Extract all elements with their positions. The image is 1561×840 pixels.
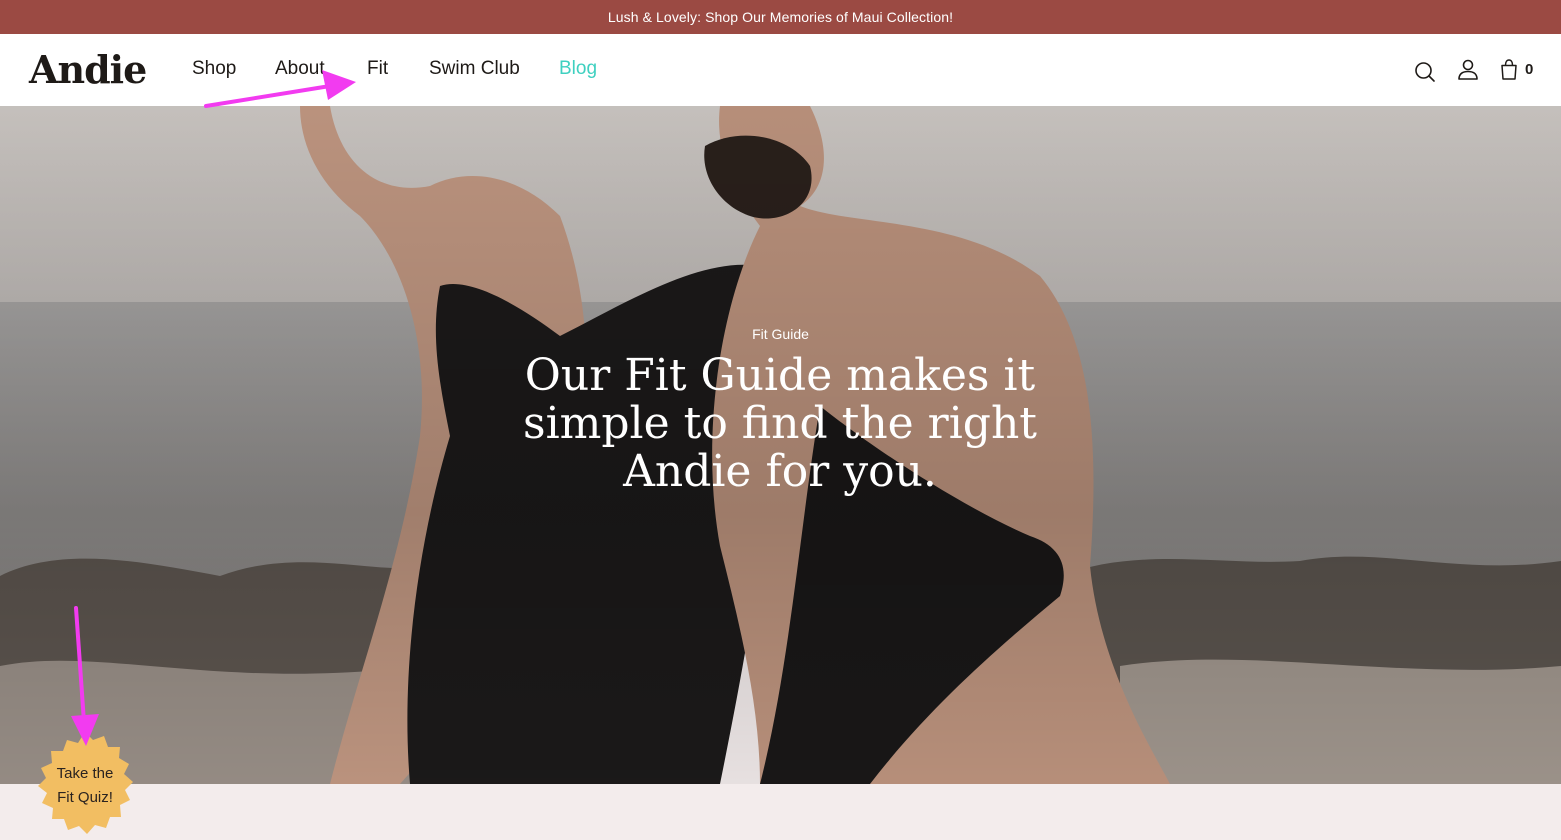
quiz-label-line2: Fit Quiz! <box>57 789 113 806</box>
nav-item-swim-club[interactable]: Swim Club <box>429 56 520 82</box>
hero-section: Fit Guide Our Fit Guide makes it simple … <box>0 106 1561 784</box>
announcement-bar[interactable]: Lush & Lovely: Shop Our Memories of Maui… <box>0 0 1561 34</box>
next-section <box>0 784 1561 832</box>
search-icon[interactable] <box>1413 60 1437 89</box>
site-header: Andie Shop About Fit Swim Club Blog 0 <box>0 34 1561 106</box>
nav-item-fit[interactable]: Fit <box>367 56 388 82</box>
cart-count[interactable]: 0 <box>1525 61 1533 78</box>
account-icon[interactable] <box>1457 58 1479 87</box>
fit-quiz-badge[interactable]: Take the Fit Quiz! <box>30 730 140 840</box>
hero-heading: Our Fit Guide makes it simple to find th… <box>523 350 1037 497</box>
nav-item-about[interactable]: About <box>275 56 325 82</box>
quiz-label-line1: Take the <box>56 765 114 782</box>
nav-item-shop[interactable]: Shop <box>192 56 236 82</box>
announcement-text[interactable]: Lush & Lovely: Shop Our Memories of Maui… <box>608 9 953 25</box>
cart-icon[interactable] <box>1499 58 1519 87</box>
logo[interactable]: Andie <box>29 48 147 92</box>
hero-eyebrow: Fit Guide <box>752 326 809 342</box>
nav-item-blog[interactable]: Blog <box>559 56 597 82</box>
